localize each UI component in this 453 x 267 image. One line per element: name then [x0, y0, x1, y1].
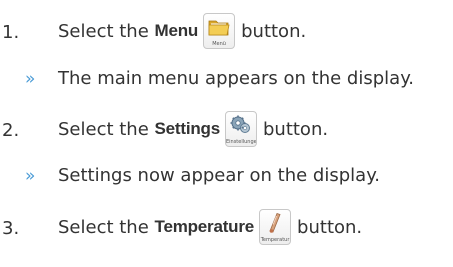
step-prefix: Select the	[58, 216, 155, 238]
step-instruction: Select the Temperature Temperatur button…	[58, 209, 362, 245]
step-suffix: button.	[241, 20, 307, 42]
result-text: Settings now appear on the display.	[58, 165, 380, 186]
settings-button[interactable]: Einstellungen	[224, 111, 257, 147]
gear-icon	[230, 115, 250, 133]
step-suffix: button.	[297, 216, 363, 238]
button-caption: Einstellungen	[225, 139, 256, 145]
step-suffix: button.	[262, 118, 329, 140]
step-bold-label: Menu	[154, 21, 199, 40]
step-number: 3.	[2, 218, 20, 239]
menu-button[interactable]: Menü	[203, 13, 236, 49]
step-bold-label: Temperature	[154, 217, 255, 236]
result-marker: »	[25, 69, 36, 89]
thermometer-icon	[269, 213, 281, 233]
button-caption: Temperatur	[260, 237, 290, 243]
button-caption: Menü	[212, 41, 226, 47]
step-prefix: Select the	[58, 20, 155, 42]
step-number: 2.	[2, 120, 20, 141]
temperature-button[interactable]: Temperatur	[259, 209, 292, 245]
folder-icon	[208, 20, 230, 36]
step-instruction: Select the Menu Menü button.	[58, 13, 306, 49]
result-text: The main menu appears on the display.	[58, 68, 415, 89]
step-prefix: Select the	[58, 118, 155, 140]
step-bold-label: Settings	[154, 119, 221, 138]
result-marker: »	[25, 166, 36, 186]
step-instruction: Select the Settings Einstellungen button…	[58, 111, 328, 147]
step-number: 1.	[2, 22, 20, 43]
